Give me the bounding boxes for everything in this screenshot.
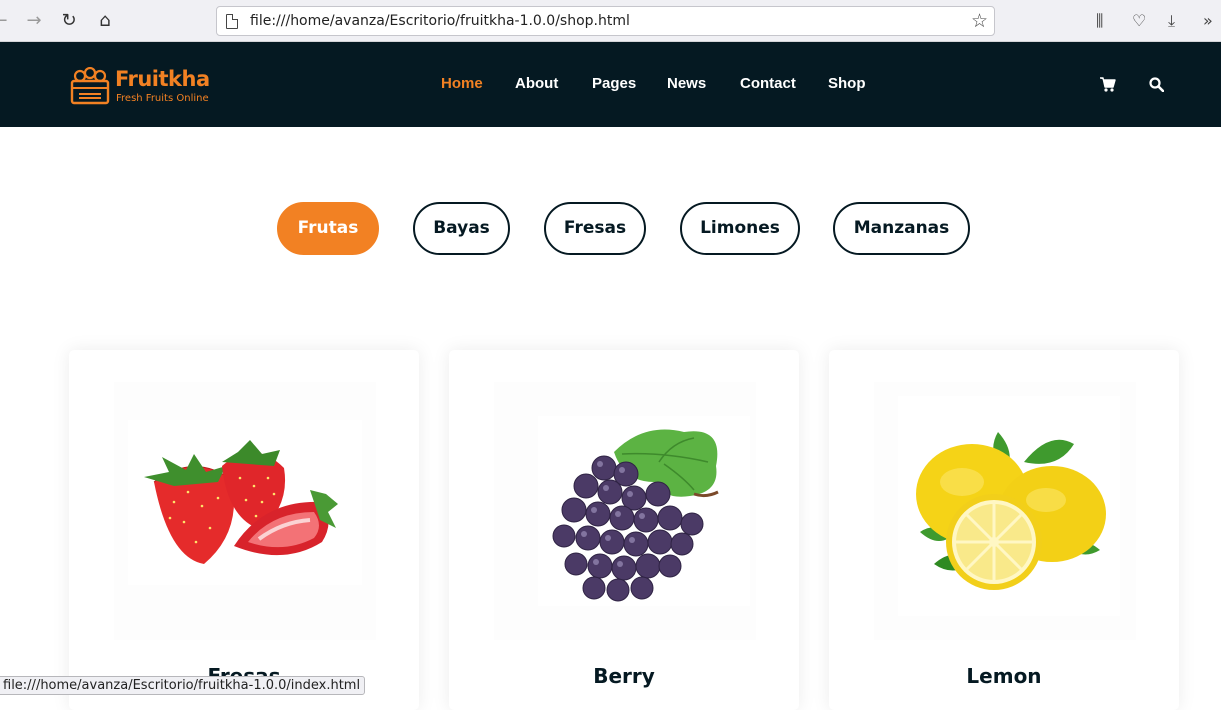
search-icon[interactable]: [1149, 77, 1164, 92]
browser-toolbar: ← → ↻ ⌂ file:///home/avanza/Escritorio/f…: [0, 0, 1221, 42]
page-icon: [226, 14, 238, 29]
menu-item-about[interactable]: About: [515, 75, 558, 92]
filter-frutas[interactable]: Frutas: [277, 202, 379, 255]
logo-name: Fruitkha: [115, 67, 210, 91]
reload-icon[interactable]: ↻: [57, 9, 81, 33]
site-header: Fruitkha Fresh Fruits Online Home About …: [0, 42, 1221, 127]
logo[interactable]: Fruitkha Fresh Fruits Online: [70, 67, 220, 107]
cart-icon[interactable]: [1100, 77, 1116, 92]
product-title[interactable]: Berry: [449, 664, 799, 688]
filter-limones[interactable]: Limones: [680, 202, 800, 255]
grapes-image[interactable]: [494, 382, 756, 640]
product-card[interactable]: Fresas: [69, 350, 419, 710]
address-bar[interactable]: file:///home/avanza/Escritorio/fruitkha-…: [216, 6, 995, 36]
filter-fresas[interactable]: Fresas: [544, 202, 646, 255]
lemon-image[interactable]: [874, 382, 1136, 640]
logo-tagline: Fresh Fruits Online: [116, 93, 209, 104]
strawberry-image[interactable]: [114, 382, 376, 640]
product-title[interactable]: Lemon: [829, 664, 1179, 688]
menu-item-contact[interactable]: Contact: [740, 75, 796, 92]
product-card[interactable]: Lemon: [829, 350, 1179, 710]
fruit-crate-icon: [70, 67, 110, 105]
status-bar-url: file:///home/avanza/Escritorio/fruitkha-…: [0, 676, 366, 695]
download-icon[interactable]: ⤓: [1168, 10, 1175, 32]
menu-item-pages[interactable]: Pages: [592, 75, 636, 92]
url-text[interactable]: file:///home/avanza/Escritorio/fruitkha-…: [250, 13, 630, 29]
product-card[interactable]: Berry: [449, 350, 799, 710]
overflow-icon[interactable]: »: [1203, 10, 1213, 32]
menu-item-news[interactable]: News: [667, 75, 706, 92]
filter-bayas[interactable]: Bayas: [413, 202, 510, 255]
bookmark-star-icon[interactable]: ☆: [971, 10, 988, 32]
menu-item-shop[interactable]: Shop: [828, 75, 866, 92]
back-icon[interactable]: ←: [0, 9, 12, 33]
menu-item-home[interactable]: Home: [441, 75, 483, 92]
pocket-icon[interactable]: ♡: [1132, 10, 1146, 32]
forward-icon[interactable]: →: [22, 9, 46, 33]
library-icon[interactable]: ⫼: [1096, 10, 1103, 32]
filter-manzanas[interactable]: Manzanas: [833, 202, 970, 255]
home-icon[interactable]: ⌂: [93, 9, 117, 33]
